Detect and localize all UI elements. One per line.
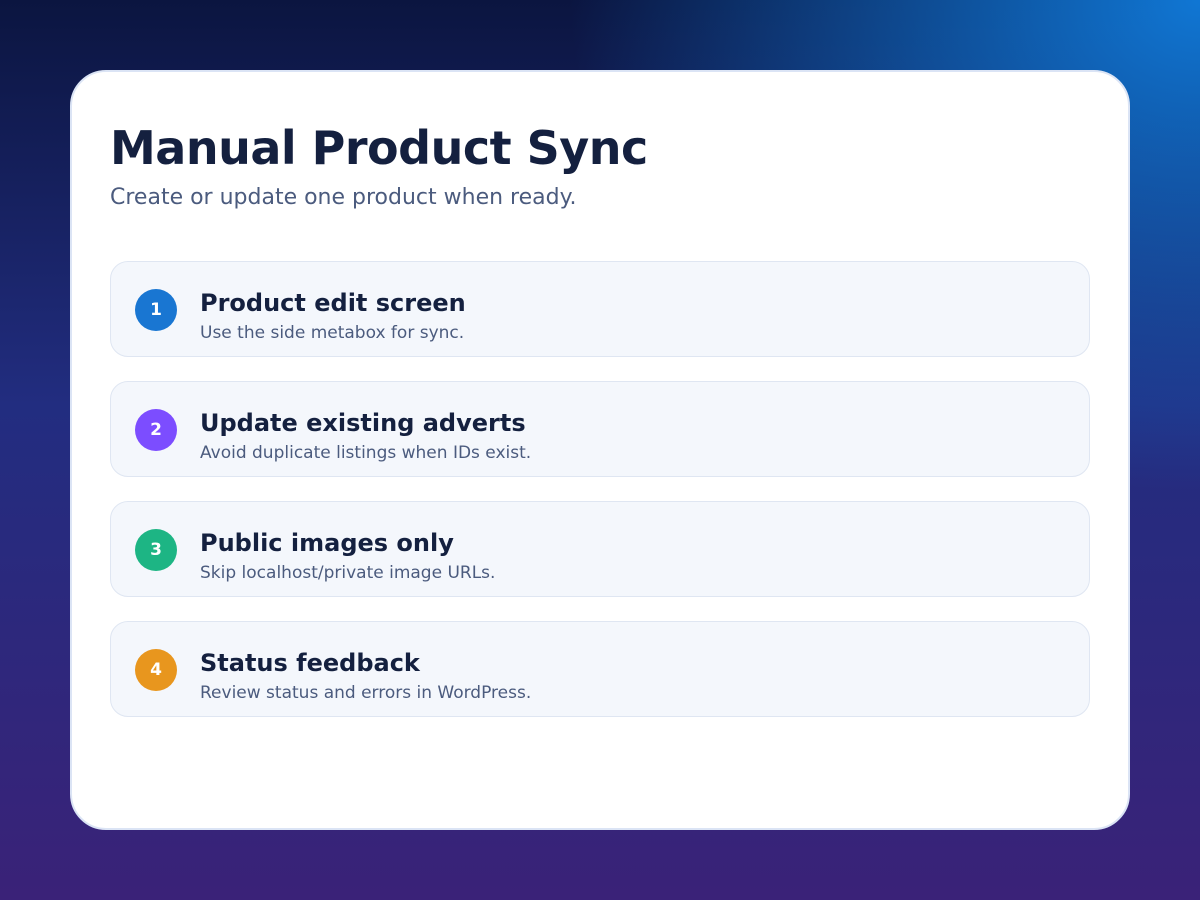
page-subtitle: Create or update one product when ready.: [110, 185, 577, 210]
step-description: Skip localhost/private image URLs.: [200, 563, 496, 583]
step-description: Avoid duplicate listings when IDs exist.: [200, 443, 532, 463]
step-description: Use the side metabox for sync.: [200, 323, 465, 343]
step-title: Update existing adverts: [200, 409, 526, 437]
step-item-public-images-only: 3 Public images only Skip localhost/priv…: [110, 501, 1090, 597]
step-title: Status feedback: [200, 649, 420, 677]
sync-card: Manual Product Sync Create or update one…: [70, 70, 1130, 830]
step-description: Review status and errors in WordPress.: [200, 683, 532, 703]
step-number-badge: 1: [135, 289, 177, 331]
step-number-badge: 4: [135, 649, 177, 691]
page-title: Manual Product Sync: [110, 121, 648, 175]
step-number-badge: 2: [135, 409, 177, 451]
step-number-badge: 3: [135, 529, 177, 571]
step-item-status-feedback: 4 Status feedback Review status and erro…: [110, 621, 1090, 717]
step-title: Public images only: [200, 529, 454, 557]
step-item-update-existing-adverts: 2 Update existing adverts Avoid duplicat…: [110, 381, 1090, 477]
steps-list: 1 Product edit screen Use the side metab…: [110, 261, 1090, 717]
step-title: Product edit screen: [200, 289, 466, 317]
step-item-product-edit-screen: 1 Product edit screen Use the side metab…: [110, 261, 1090, 357]
